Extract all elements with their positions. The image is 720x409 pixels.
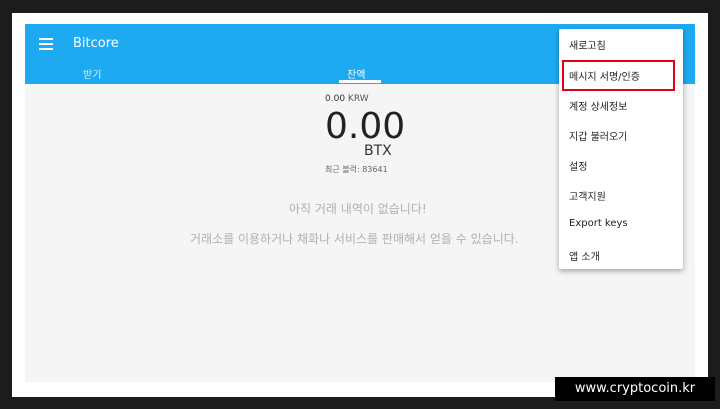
app-title: Bitcore bbox=[73, 36, 119, 51]
tab-balance[interactable]: 잔액 bbox=[347, 66, 365, 81]
tab-indicator bbox=[339, 80, 381, 83]
tab-receive[interactable]: 받기 bbox=[83, 66, 101, 81]
menu-item-support[interactable]: 고객지원 bbox=[569, 188, 606, 203]
balance-unit: BTX bbox=[364, 143, 392, 159]
last-block-label: 최근 블럭: 83641 bbox=[325, 165, 388, 174]
menu-item-import-wallet[interactable]: 지갑 불러오기 bbox=[569, 128, 627, 143]
menu-item-refresh[interactable]: 새로고침 bbox=[569, 37, 606, 52]
menu-item-settings[interactable]: 설정 bbox=[569, 158, 587, 173]
menu-item-export-keys[interactable]: Export keys bbox=[569, 218, 628, 229]
balance-amount: 0.00 bbox=[325, 106, 406, 147]
menu-item-account-details[interactable]: 계정 상세정보 bbox=[569, 98, 627, 113]
menu-item-about[interactable]: 앱 소개 bbox=[569, 248, 600, 263]
alt-currency-balance: 0.00 KRW bbox=[325, 94, 369, 104]
empty-state-title: 아직 거래 내역이 없습니다! bbox=[289, 202, 427, 216]
menu-hamburger-icon[interactable] bbox=[39, 38, 53, 50]
alt-balance-amount: 0.00 bbox=[325, 94, 346, 104]
highlight-box bbox=[562, 60, 675, 91]
empty-state-subtitle: 거래소를 이용하거나 채화나 서비스를 판매해서 얻을 수 있습니다. bbox=[190, 232, 519, 246]
alt-balance-unit: KRW bbox=[347, 94, 369, 104]
watermark: www.cryptocoin.kr bbox=[555, 377, 715, 401]
